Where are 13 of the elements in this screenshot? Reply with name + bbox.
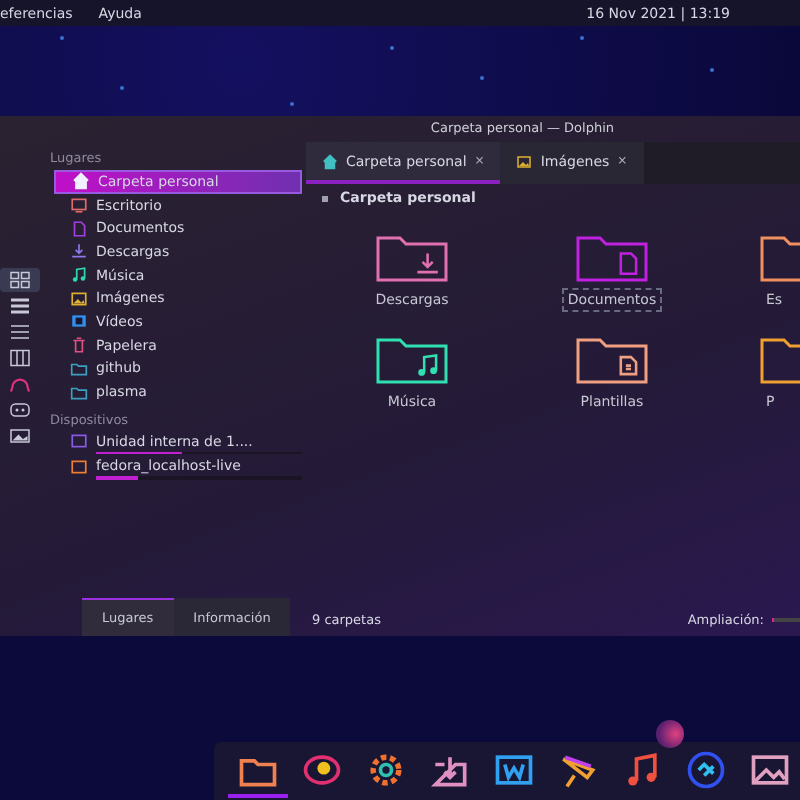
home-icon <box>322 153 338 169</box>
folder-icon[interactable] <box>376 234 448 282</box>
folder-icon[interactable] <box>376 336 448 384</box>
details-view-icon <box>8 320 32 344</box>
compact-view-icon <box>8 294 32 318</box>
icons-view-icon <box>8 268 32 292</box>
view-mode-button[interactable] <box>0 268 40 292</box>
folder-icon[interactable] <box>576 336 648 384</box>
planet-drawing <box>656 720 684 748</box>
image-icon <box>516 153 533 169</box>
columns-view-icon <box>8 346 32 370</box>
preview-view-icon <box>8 424 32 448</box>
bullet-icon <box>322 195 328 201</box>
